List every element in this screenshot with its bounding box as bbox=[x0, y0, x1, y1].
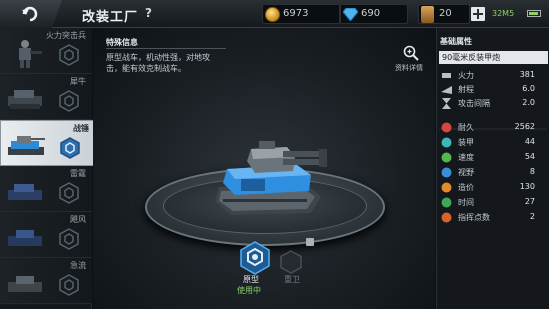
stat-value: 6.0 bbox=[522, 84, 535, 93]
sidebar-item-label: 战锤 bbox=[73, 124, 89, 133]
guard-mode-icon[interactable] bbox=[279, 250, 303, 274]
panel-heading: 基础属性 bbox=[440, 37, 472, 46]
stat-value: 2.0 bbox=[522, 98, 535, 107]
sidebar-item-label: 飓风 bbox=[70, 215, 86, 224]
sidebar-item-4[interactable]: 飓风 bbox=[0, 212, 92, 258]
sidebar-item-0[interactable]: 火力突击兵 bbox=[0, 28, 92, 74]
sidebar-item-3[interactable]: 雷霆 bbox=[0, 166, 92, 212]
vehicle-thumbnail-icon bbox=[8, 90, 42, 109]
sidebar-item-label: 雷霆 bbox=[70, 169, 86, 178]
clock-icon bbox=[441, 197, 452, 208]
sidebar-item-1[interactable]: 犀牛 bbox=[0, 74, 92, 120]
vehicle-thumbnail-icon bbox=[8, 276, 42, 292]
mode-status: 使用中 bbox=[237, 286, 261, 295]
cost-icon bbox=[441, 182, 452, 193]
help-button[interactable]: ? bbox=[145, 6, 152, 20]
stat-value: 2562 bbox=[514, 122, 535, 131]
prototype-mode-icon[interactable] bbox=[238, 241, 272, 275]
stat-key: 速度 bbox=[458, 153, 474, 162]
vehicle-thumbnail-icon bbox=[8, 230, 42, 246]
stat-key: 射程 bbox=[458, 85, 474, 94]
stat-value: 130 bbox=[519, 182, 535, 191]
details-link[interactable]: 资料详情 bbox=[395, 63, 423, 73]
stat-row: 造价 130 bbox=[439, 180, 547, 195]
fuel-can-icon bbox=[421, 6, 434, 23]
stat-row: 耐久 2562 bbox=[439, 120, 547, 135]
fuel-value: 20 bbox=[439, 8, 452, 19]
back-button[interactable] bbox=[0, 0, 62, 28]
upgrade-hex-icon bbox=[59, 44, 79, 66]
stat-row: 视野 8 bbox=[439, 165, 547, 180]
eye-icon bbox=[441, 167, 452, 178]
range-icon bbox=[441, 86, 452, 94]
stat-row: 射程 6.0 bbox=[439, 82, 547, 97]
soldier-thumbnail-icon bbox=[19, 40, 42, 68]
mode-label-guard: 重卫 bbox=[284, 275, 300, 284]
tank-thumbnail-icon bbox=[8, 136, 45, 155]
upgrade-hex-icon bbox=[59, 274, 79, 296]
lock-icon bbox=[306, 238, 314, 246]
gold-counter: 6973 bbox=[262, 4, 340, 24]
stat-value: 27 bbox=[524, 197, 535, 206]
network-speed: 32M5 bbox=[492, 9, 515, 18]
gem-counter: 690 bbox=[340, 4, 408, 24]
hourglass-icon bbox=[442, 98, 451, 109]
stat-key: 造价 bbox=[458, 183, 474, 192]
gold-coin-icon bbox=[265, 7, 280, 22]
stat-key: 视野 bbox=[458, 168, 474, 177]
stat-row: 速度 54 bbox=[439, 150, 547, 165]
fuel-counter: 20 bbox=[418, 4, 470, 24]
stat-key: 火力 bbox=[458, 71, 474, 80]
upgrade-hex-icon bbox=[59, 90, 79, 112]
upgrade-hex-icon bbox=[60, 137, 80, 159]
mode-label-prototype: 原型 bbox=[243, 275, 259, 284]
add-fuel-button[interactable] bbox=[471, 7, 485, 21]
sidebar-item-label: 急流 bbox=[70, 261, 86, 270]
stat-value: 2 bbox=[529, 212, 535, 221]
feature-title: 特殊信息 bbox=[106, 38, 138, 47]
gem-value: 690 bbox=[361, 8, 381, 19]
tank-model[interactable] bbox=[211, 135, 331, 225]
stat-row: 火力 381 bbox=[439, 68, 547, 83]
sidebar-item-label: 火力突击兵 bbox=[46, 31, 86, 40]
stat-row: 时间 27 bbox=[439, 195, 547, 210]
stat-key: 耐久 bbox=[458, 123, 474, 132]
attributes-panel: 基础属性 90毫米反装甲炮 火力 381 射程 6.0 攻击间隔 2.0 耐久 … bbox=[436, 28, 549, 309]
feature-description: 原型战车，机动性强，对地攻击，能有效克制战车。 bbox=[106, 53, 210, 73]
stat-key: 装甲 bbox=[458, 138, 474, 147]
armor-icon bbox=[441, 137, 452, 148]
stat-row: 攻击间隔 2.0 bbox=[439, 96, 547, 111]
weapon-name: 90毫米反装甲炮 bbox=[439, 51, 548, 64]
command-icon bbox=[441, 212, 452, 223]
stat-key: 攻击间隔 bbox=[458, 99, 490, 108]
vehicle-thumbnail-icon bbox=[8, 184, 42, 200]
stat-value: 54 bbox=[524, 152, 535, 161]
top-bar: 改装工厂 ? 6973 690 20 32M5 bbox=[0, 0, 549, 28]
stat-key: 指挥点数 bbox=[458, 213, 490, 222]
back-arrow-icon bbox=[22, 6, 38, 22]
firepower-icon bbox=[442, 73, 451, 78]
magnifier-icon[interactable] bbox=[403, 45, 419, 61]
gem-icon bbox=[343, 8, 358, 21]
divider bbox=[106, 48, 226, 49]
stat-value: 381 bbox=[519, 70, 535, 79]
stat-value: 8 bbox=[529, 167, 535, 176]
upgrade-hex-icon bbox=[59, 228, 79, 250]
upgrade-hex-icon bbox=[59, 182, 79, 204]
stat-key: 时间 bbox=[458, 198, 474, 207]
unit-sidebar: 火力突击兵 犀牛 战锤 雷霆 飓风 急流 bbox=[0, 28, 100, 309]
gold-value: 6973 bbox=[283, 8, 309, 19]
heart-icon bbox=[441, 122, 452, 133]
sidebar-item-label: 犀牛 bbox=[70, 77, 86, 86]
sidebar-item-5[interactable]: 急流 bbox=[0, 258, 92, 304]
stat-row: 指挥点数 2 bbox=[439, 210, 547, 225]
sidebar-item-2[interactable]: 战锤 bbox=[0, 120, 100, 166]
speed-icon bbox=[441, 152, 452, 163]
stat-row: 装甲 44 bbox=[439, 135, 547, 150]
battery-icon bbox=[527, 10, 541, 17]
page-title: 改装工厂 bbox=[82, 10, 139, 25]
stat-value: 44 bbox=[524, 137, 535, 146]
tank-showcase: 特殊信息 原型战车，机动性强，对地攻击，能有效克制战车。 资料详情 原型 使用中… bbox=[93, 28, 435, 309]
